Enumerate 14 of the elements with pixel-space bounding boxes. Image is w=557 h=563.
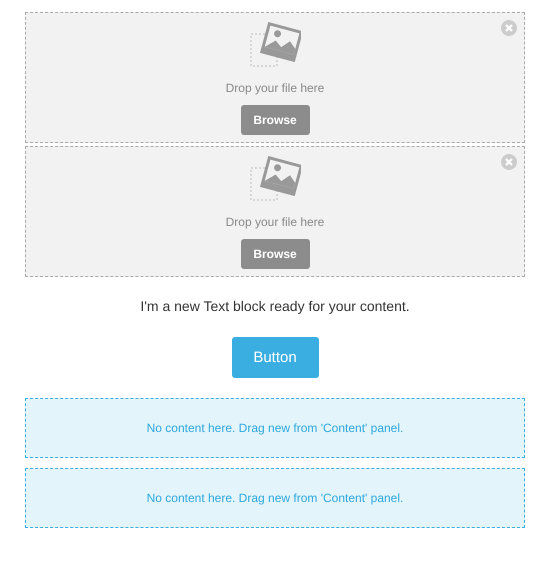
empty-message: No content here. Drag new from 'Content' panel. bbox=[146, 491, 404, 505]
empty-message: No content here. Drag new from 'Content' panel. bbox=[146, 421, 404, 435]
close-icon[interactable] bbox=[501, 154, 517, 170]
content-text: I'm a new Text block ready for your content. bbox=[140, 298, 410, 314]
drop-zone[interactable]: No content here. Drag new from 'Content' panel. bbox=[25, 468, 525, 528]
close-icon[interactable] bbox=[501, 20, 517, 36]
image-placeholder-icon bbox=[249, 156, 301, 202]
image-placeholder-icon bbox=[249, 22, 301, 68]
browse-button[interactable]: Browse bbox=[240, 105, 310, 135]
drop-hint: Drop your file here bbox=[226, 81, 324, 95]
drop-zone[interactable]: No content here. Drag new from 'Content' panel. bbox=[25, 398, 525, 458]
browse-button[interactable]: Browse bbox=[240, 239, 310, 269]
drop-hint: Drop your file here bbox=[226, 215, 324, 229]
content-button[interactable]: Button bbox=[232, 337, 318, 378]
